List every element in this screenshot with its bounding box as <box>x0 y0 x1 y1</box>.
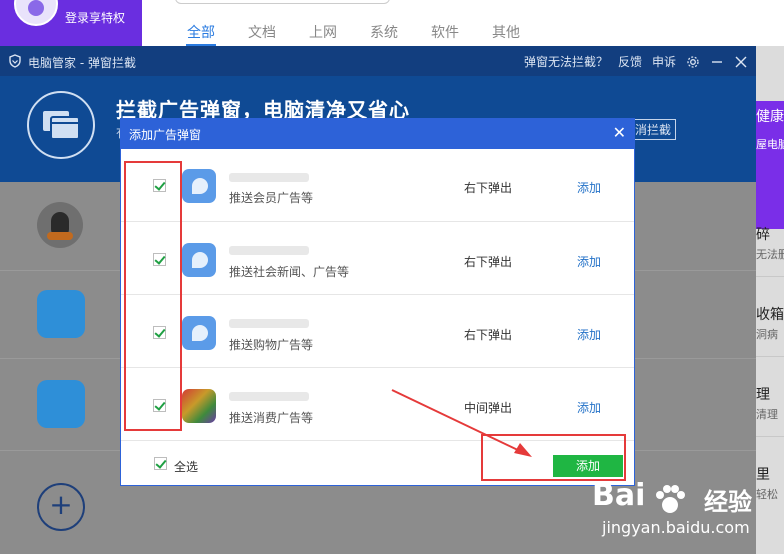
popup-window-icon <box>27 91 95 159</box>
annotation-highlight-add-button <box>481 434 626 481</box>
feedback-link[interactable]: 反馈 <box>618 53 642 70</box>
tool-desc: 洞病 <box>756 328 778 341</box>
item-add-link[interactable]: 添加 <box>577 326 601 343</box>
select-all-checkbox[interactable] <box>154 457 167 470</box>
add-popup-dialog: 添加广告弹窗 ✕ 推送会员广告等 右下弹出 添加 推送社会新闻、广告等 右下弹出… <box>120 118 635 486</box>
item-description: 推送社会新闻、广告等 <box>229 265 350 279</box>
cancel-blocking-button[interactable]: 消拦截 <box>630 119 677 140</box>
category-tabs: 全部 文档 上网 系统 软件 其他 <box>175 22 541 42</box>
promo-title: 健康 <box>756 109 784 125</box>
item-add-link[interactable]: 添加 <box>577 399 601 416</box>
promo-sub: 屋电脑 <box>756 138 784 151</box>
item-add-link[interactable]: 添加 <box>577 253 601 270</box>
minimize-icon[interactable] <box>710 55 724 69</box>
search-input[interactable] <box>175 0 390 4</box>
app-icon <box>182 389 216 423</box>
app-icon <box>37 380 85 428</box>
dialog-close-icon[interactable]: ✕ <box>613 124 626 142</box>
watermark-jingyan: 经验 <box>704 488 752 516</box>
tab-system[interactable]: 系统 <box>358 22 419 42</box>
title-bar-actions: 弹窗无法拦截？ 反馈 申诉 <box>514 53 748 70</box>
popup-item-row: 推送购物广告等 右下弹出 添加 <box>121 295 634 368</box>
tool-title[interactable]: 理 <box>756 384 770 404</box>
item-description: 推送会员广告等 <box>229 191 314 205</box>
item-name-blurred <box>229 392 309 401</box>
tab-internet[interactable]: 上网 <box>297 22 358 42</box>
cannot-block-link[interactable]: 弹窗无法拦截？ <box>524 53 608 70</box>
login-link[interactable]: 登录享特权 <box>65 9 125 26</box>
item-popup-position: 中间弹出 <box>464 401 513 415</box>
close-icon[interactable] <box>734 55 748 69</box>
item-popup-position: 右下弹出 <box>464 181 513 195</box>
watermark-url: jingyan.baidu.com <box>602 518 750 537</box>
avatar[interactable] <box>14 0 58 26</box>
item-name-blurred <box>229 173 309 182</box>
item-popup-position: 右下弹出 <box>464 255 513 269</box>
watermark-brand: Bai <box>592 478 646 513</box>
item-description: 推送购物广告等 <box>229 338 314 352</box>
app-icon <box>37 290 85 338</box>
app-icon <box>182 169 216 203</box>
annotation-highlight-checkboxes <box>124 161 182 431</box>
item-description: 推送消费广告等 <box>229 411 314 425</box>
tab-software[interactable]: 软件 <box>419 22 480 42</box>
item-popup-position: 右下弹出 <box>464 328 513 342</box>
background-app-header: 登录享特权 全部 文档 上网 系统 软件 其他 <box>0 0 784 46</box>
tool-title[interactable]: 收箱 <box>756 304 784 324</box>
dialog-header: 添加广告弹窗 ✕ <box>121 119 634 149</box>
add-popup-button[interactable]: + <box>37 483 85 531</box>
gear-icon[interactable] <box>686 55 700 69</box>
paw-icon <box>656 485 685 513</box>
app-icon <box>182 316 216 350</box>
complain-link[interactable]: 申诉 <box>652 53 676 70</box>
tab-other[interactable]: 其他 <box>480 22 541 42</box>
popup-item-row: 推送消费广告等 中间弹出 添加 <box>121 368 634 441</box>
profile-panel: 登录享特权 <box>0 0 142 46</box>
shield-icon <box>9 54 21 68</box>
tool-desc: 清理 <box>756 408 778 421</box>
tool-desc: 无法删 <box>756 248 784 261</box>
item-add-link[interactable]: 添加 <box>577 179 601 196</box>
tool-title[interactable]: 碎 <box>756 224 770 244</box>
qq-icon <box>37 202 83 248</box>
popup-item-row: 推送社会新闻、广告等 右下弹出 添加 <box>121 222 634 295</box>
select-all-label[interactable]: 全选 <box>174 458 198 475</box>
baidu-jingyan-watermark: Bai 经验 jingyan.baidu.com <box>592 478 782 550</box>
app-icon <box>182 243 216 277</box>
title-bar: 电脑管家 - 弹窗拦截 弹窗无法拦截？ 反馈 申诉 <box>0 46 756 76</box>
window-title: 电脑管家 - 弹窗拦截 <box>28 56 136 70</box>
item-name-blurred <box>229 319 309 328</box>
item-name-blurred <box>229 246 309 255</box>
tab-all[interactable]: 全部 <box>175 22 236 42</box>
popup-item-row: 推送会员广告等 右下弹出 添加 <box>121 149 634 222</box>
tab-documents[interactable]: 文档 <box>236 22 297 42</box>
dialog-title: 添加广告弹窗 <box>129 128 202 142</box>
